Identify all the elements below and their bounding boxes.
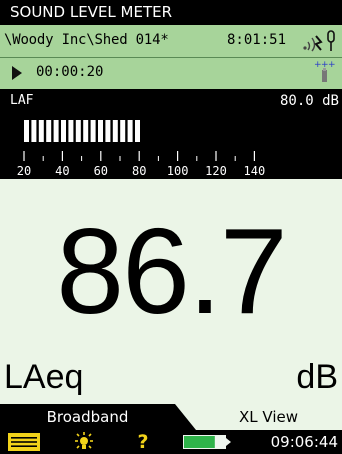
bar-reading: 80.0 dB — [279, 93, 339, 109]
main-unit: dB — [296, 358, 338, 396]
level-segment — [83, 120, 89, 142]
clock-time: 8:01:51 — [227, 32, 287, 48]
status-divider — [0, 57, 342, 58]
elapsed-time: 00:00:20 — [36, 64, 104, 80]
level-segment — [24, 120, 29, 142]
system-time: 09:06:44 — [270, 433, 338, 451]
level-segment — [98, 120, 103, 142]
level-segment — [90, 120, 96, 142]
battery-icon — [183, 435, 231, 449]
level-segment — [31, 120, 37, 142]
main-parameter[interactable]: LAeq — [4, 357, 83, 397]
scale-label: 100 — [167, 164, 189, 178]
backlight-icon[interactable] — [73, 431, 95, 453]
svg-text:+: + — [328, 60, 336, 70]
microphone-icon — [327, 30, 335, 51]
play-icon[interactable] — [12, 66, 22, 80]
bar-parameter: LAF — [10, 93, 34, 108]
scale-label: 120 — [205, 164, 227, 178]
level-bar-panel: LAF 80.0 dB 20 40 60 80 100 120 140 — [0, 89, 342, 179]
level-segment — [46, 120, 52, 142]
scale-label: 140 — [244, 164, 266, 178]
trigger-icon: + + + — [314, 60, 336, 82]
status-panel: \Woody Inc\Shed 014* 8:01:51 00:00:20 + … — [0, 25, 342, 89]
tab-xl-view[interactable]: XL View — [175, 404, 342, 430]
bottom-toolbar: ? 09:06:44 — [0, 430, 342, 454]
scale-label: 60 — [94, 164, 108, 178]
tab-broadband[interactable]: Broadband — [0, 404, 175, 430]
menu-icon[interactable] — [8, 433, 40, 451]
level-segment — [135, 120, 140, 142]
project-path[interactable]: \Woody Inc\Shed 014* — [4, 32, 169, 48]
level-segment — [53, 120, 59, 142]
level-segment — [68, 120, 74, 142]
app-title: SOUND LEVEL METER — [0, 0, 342, 25]
level-bar-graph: 20 40 60 80 100 120 140 — [17, 120, 266, 178]
level-segment — [127, 120, 133, 142]
level-segment — [38, 120, 44, 142]
level-segment — [105, 120, 111, 142]
level-segment — [120, 120, 126, 142]
scale-label: 40 — [55, 164, 69, 178]
scale-label: 20 — [17, 164, 31, 178]
view-tabs: Broadband XL View — [0, 404, 342, 430]
level-segment — [75, 120, 81, 142]
main-display: 86.7 LAeq dB — [0, 179, 342, 404]
signal-icon — [303, 35, 323, 52]
main-value: 86.7 — [56, 203, 287, 339]
level-segment — [112, 120, 118, 142]
help-icon[interactable]: ? — [133, 430, 153, 454]
level-segment — [61, 120, 66, 142]
scale-label: 80 — [132, 164, 146, 178]
